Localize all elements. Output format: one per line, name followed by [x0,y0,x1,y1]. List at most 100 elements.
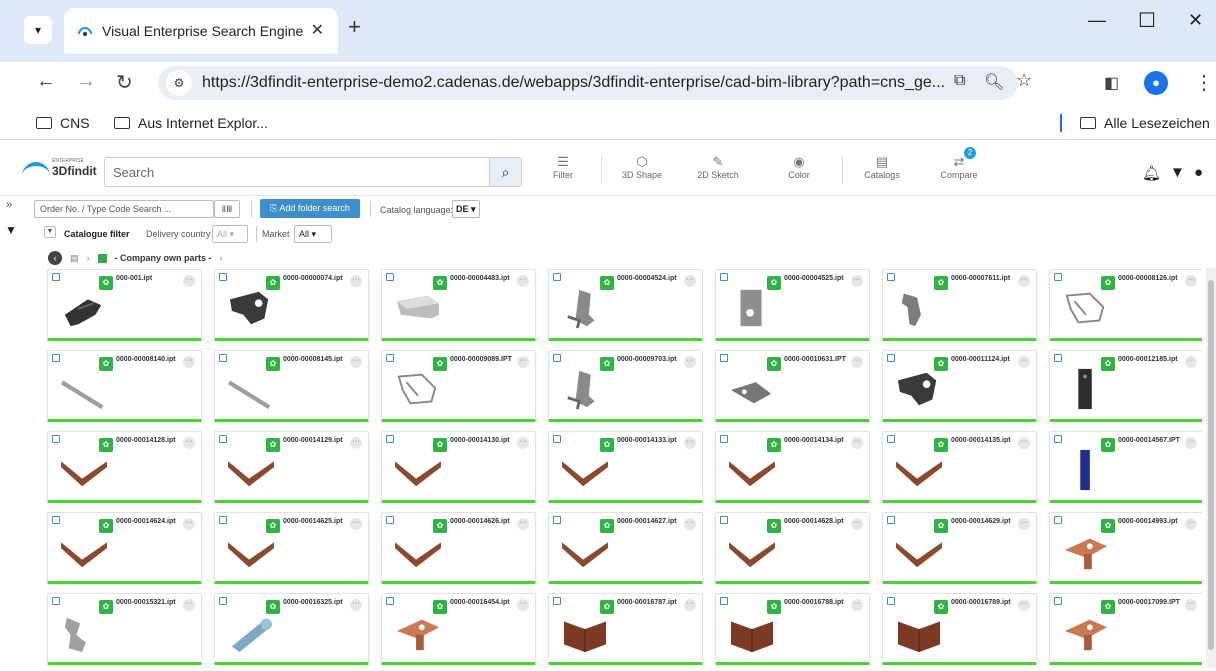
more-options-icon[interactable]: ··· [684,275,696,287]
catalog-language-select[interactable]: DE ▾ [452,200,480,218]
part-thumbnail[interactable] [559,610,611,654]
part-thumbnail[interactable] [893,610,945,654]
search-icon[interactable]: ⌕ [489,158,521,186]
more-options-icon[interactable]: ··· [1185,599,1197,611]
more-options-icon[interactable]: ··· [684,437,696,449]
part-card[interactable]: ✿ 0000-00014629.ipt ··· [882,512,1037,584]
part-thumbnail[interactable] [392,529,444,573]
tool-compare[interactable]: ⇄ Compare [934,154,984,180]
more-options-icon[interactable]: ··· [684,599,696,611]
part-name[interactable]: 0000-00014135.ipt [951,437,1021,445]
tool-catalogs[interactable]: ▤ Catalogs [860,154,904,180]
new-tab-icon[interactable]: + [348,14,361,40]
market-select[interactable]: All ▾ [294,225,332,243]
more-options-icon[interactable]: ··· [517,275,529,287]
part-card[interactable]: ✿ 0000-00014625.ipt ··· [214,512,369,584]
part-card[interactable]: ✿ 0000-00014628.ipt ··· [715,512,870,584]
more-options-icon[interactable]: ··· [1185,356,1197,368]
part-card[interactable]: ✿ 0000-00004524.ipt ··· [548,269,703,341]
part-name[interactable]: 0000-00014628.ipt [784,518,854,526]
part-name[interactable]: 0000-00014993.ipt [1118,518,1188,526]
more-options-icon[interactable]: ··· [1185,437,1197,449]
more-options-icon[interactable]: ··· [350,599,362,611]
more-options-icon[interactable]: ··· [183,518,195,530]
part-thumbnail[interactable] [726,286,778,330]
part-card[interactable]: ✿ 0000-00007611.ipt ··· [882,269,1037,341]
add-folder-search-button[interactable]: ⎘ Add folder search [260,199,360,218]
more-options-icon[interactable]: ··· [1185,518,1197,530]
part-card[interactable]: ✿ 0000-00014133.ipt ··· [548,431,703,503]
more-options-icon[interactable]: ··· [1185,275,1197,287]
part-card[interactable]: ✿ 0000-00004483.ipt ··· [381,269,536,341]
more-options-icon[interactable]: ··· [851,518,863,530]
part-card[interactable]: ✿ 0000-00009703.ipt ··· [548,350,703,422]
part-card[interactable]: ✿ 0000-00014567.IPT ··· [1049,431,1202,503]
part-name[interactable]: 0000-00014134.ipt [784,437,854,445]
tab-close-icon[interactable]: ✕ [311,20,324,40]
part-thumbnail[interactable] [1060,448,1112,492]
part-name[interactable]: 0000-00015321.ipt [116,599,186,607]
profile-avatar[interactable]: ● [1144,71,1168,95]
part-name[interactable]: 0000-00011124.ipt [951,356,1021,364]
browser-tab[interactable]: Visual Enterprise Search Engine ✕ [64,8,338,54]
back-arrow-icon[interactable]: ← [36,70,56,93]
scrollbar-thumb[interactable] [1208,280,1214,650]
part-name[interactable]: 0000-00008145.ipt [283,356,353,364]
part-name[interactable]: 0000-00014567.IPT [1118,437,1188,445]
more-options-icon[interactable]: ··· [183,275,195,287]
part-card[interactable]: ✿ 0000-00016789.ipt ··· [882,593,1037,665]
more-options-icon[interactable]: ··· [1018,599,1030,611]
translate-icon[interactable]: ⧉ [954,72,965,90]
part-thumbnail[interactable] [225,367,277,411]
part-thumbnail[interactable] [225,610,277,654]
more-options-icon[interactable]: ··· [684,518,696,530]
part-thumbnail[interactable] [1060,529,1112,573]
part-name[interactable]: 0000-00014626.ipt [450,518,520,526]
site-info-icon[interactable]: ⚙ [166,70,192,96]
side-panel-icon[interactable]: ◧ [1104,73,1119,93]
part-name[interactable]: 0000-00016788.ipt [784,599,854,607]
part-thumbnail[interactable] [893,529,945,573]
part-name[interactable]: 0000-00009089.IPT [450,356,520,364]
part-name[interactable]: 0000-00014627.ipt [617,518,687,526]
part-card[interactable]: ✿ 0000-00016787.ipt ··· [548,593,703,665]
part-card[interactable]: ✿ 0000-00016325.ipt ··· [214,593,369,665]
part-name[interactable]: 0000-00004525.ipt [784,275,854,283]
part-name[interactable]: 0000-00007611.ipt [951,275,1021,283]
catalogue-filter-icon[interactable]: ▼ [44,226,56,238]
part-thumbnail[interactable] [559,529,611,573]
part-card[interactable]: ✿ 0000-00000074.ipt ··· [214,269,369,341]
part-thumbnail[interactable] [726,529,778,573]
bookmark-star-icon[interactable]: ☆ [1016,70,1032,91]
part-thumbnail[interactable] [225,529,277,573]
part-thumbnail[interactable] [225,286,277,330]
part-card[interactable]: ✿ 0000-00012185.ipt ··· [1049,350,1202,422]
part-name[interactable]: 0000-00004524.ipt [617,275,687,283]
part-name[interactable]: 0000-00014625.ipt [283,518,353,526]
part-thumbnail[interactable] [559,367,611,411]
part-card[interactable]: ✿ 0000-00014993.ipt ··· [1049,512,1202,584]
more-options-icon[interactable]: ··· [517,599,529,611]
tool-2d-sketch[interactable]: ✎ 2D Sketch [696,154,740,180]
part-card[interactable]: ✿ 0000-00017099.IPT ··· [1049,593,1202,665]
catalog-root-icon[interactable]: ▤ [70,253,79,264]
part-card[interactable]: ✿ 0000-00014135.ipt ··· [882,431,1037,503]
part-name[interactable]: 0000-00012185.ipt [1118,356,1188,364]
more-options-icon[interactable]: ··· [1018,275,1030,287]
part-thumbnail[interactable] [1060,610,1112,654]
maximize-icon[interactable]: ☐ [1138,8,1156,33]
part-card[interactable]: ✿ 0000-00014128.ipt ··· [47,431,202,503]
part-thumbnail[interactable] [392,367,444,411]
part-card[interactable]: ✿ 0000-00010631.IPT ··· [715,350,870,422]
part-thumbnail[interactable] [726,448,778,492]
logo[interactable]: ENTERPRISE 3Dfindit [22,158,102,180]
more-options-icon[interactable]: ··· [851,275,863,287]
more-options-icon[interactable]: ··· [350,518,362,530]
part-card[interactable]: ✿ 0000-00014627.ipt ··· [548,512,703,584]
more-options-icon[interactable]: ··· [684,356,696,368]
part-card[interactable]: ✿ 0000-00016788.ipt ··· [715,593,870,665]
part-name[interactable]: 0000-00009703.ipt [617,356,687,364]
part-thumbnail[interactable] [392,286,444,330]
part-name[interactable]: 0000-00016325.ipt [283,599,353,607]
part-name[interactable]: 0000-00008126.ipt [1118,275,1188,283]
